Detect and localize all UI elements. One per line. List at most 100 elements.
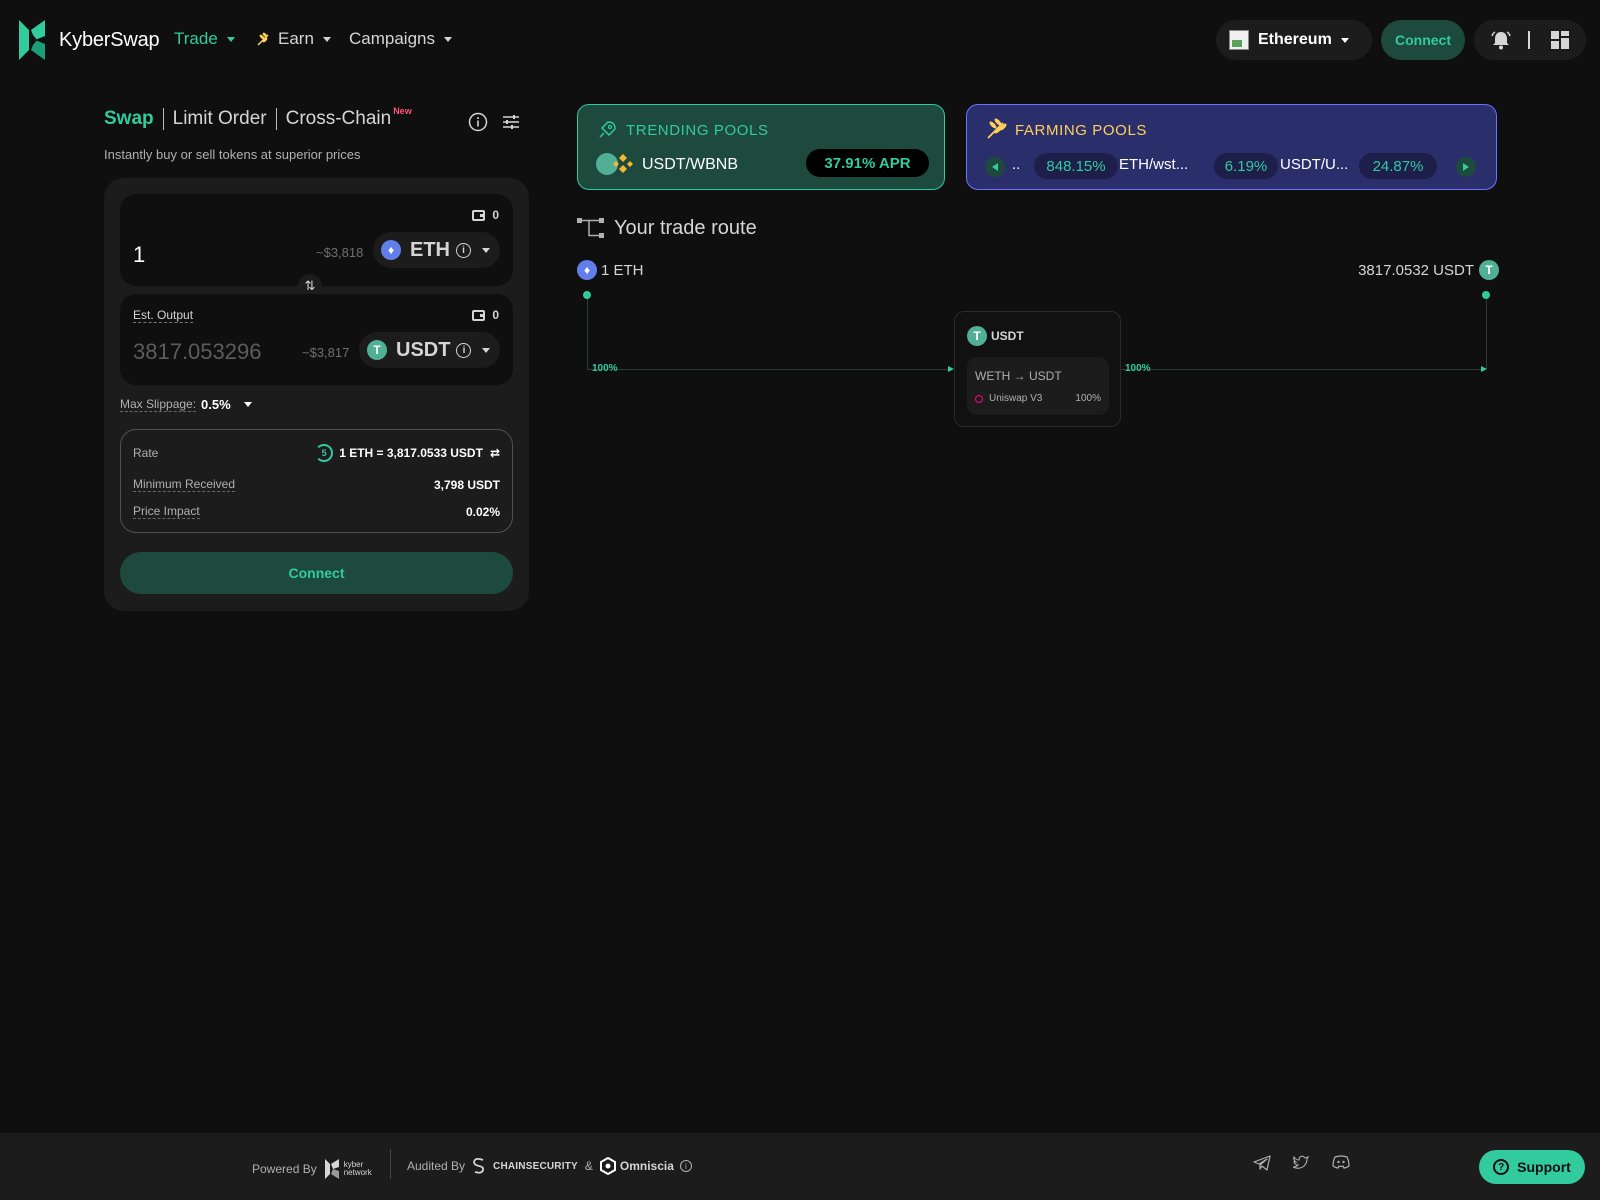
discord-icon[interactable] [1332, 1155, 1350, 1169]
kyber-logo-icon [19, 20, 45, 60]
info-icon[interactable]: i [456, 242, 471, 258]
question-icon: ? [1493, 1159, 1510, 1175]
kyber-network-logo[interactable]: kyber network [323, 1157, 372, 1181]
chainsecurity-icon [473, 1157, 485, 1174]
divider [390, 1149, 391, 1179]
telegram-icon[interactable] [1253, 1155, 1271, 1171]
farm-pool-name[interactable]: ETH/wst... [1119, 156, 1188, 173]
route-line [587, 299, 588, 369]
chevron-down-icon [444, 36, 452, 42]
from-balance[interactable]: 0 [472, 208, 499, 222]
hop-dex: Uniswap V3 [975, 393, 1042, 404]
omniscia-link[interactable]: Omniscia [620, 1159, 674, 1173]
uniswap-icon [975, 394, 983, 403]
nav-earn[interactable]: Earn [256, 29, 331, 49]
divider [1528, 31, 1530, 49]
invert-rate-icon[interactable]: ⇄ [490, 446, 500, 460]
hop-token-symbol: USDT [991, 329, 1024, 343]
route-to-token: 3817.0532 USDT T [1358, 260, 1499, 280]
next-arrow-button[interactable] [1456, 157, 1476, 177]
eth-icon: ♦ [381, 240, 401, 260]
hop-token: T USDT [967, 326, 1024, 346]
usdt-wbnb-pair-icon [596, 153, 634, 175]
usdt-icon: T [367, 340, 387, 360]
prev-arrow-button[interactable] [985, 157, 1005, 177]
wheat-icon [257, 32, 269, 46]
bnb-icon [613, 154, 633, 173]
route-to-amount: 3817.0532 USDT [1358, 261, 1474, 279]
from-token-selector[interactable]: ♦ ETH i [373, 232, 500, 268]
from-balance-value: 0 [492, 208, 499, 222]
max-slippage[interactable]: Max Slippage: 0.5% [120, 397, 252, 412]
trending-pair-name: USDT/WBNB [642, 156, 738, 173]
footer: Powered By kyber network Audited By CHAI… [0, 1133, 1600, 1200]
tab-limit-order[interactable]: Limit Order [173, 108, 267, 130]
to-balance[interactable]: 0 [472, 308, 499, 322]
route-start-dot [583, 291, 591, 299]
chevron-right-icon [1463, 163, 1469, 171]
nav-trade-label: Trade [174, 29, 218, 48]
trending-pools-card[interactable]: TRENDING POOLS USDT/WBNB 37.91% APR [577, 104, 945, 190]
network-selector[interactable]: Ethereum [1216, 20, 1372, 60]
slippage-label: Max Slippage: [120, 397, 197, 412]
route-from-token: ♦ 1 ETH [577, 260, 644, 280]
swap-card: 0 1 ~$3,818 ♦ ETH i ⇅ Est. Output 0 3817… [104, 178, 529, 611]
network-text: network [343, 1168, 372, 1177]
to-balance-value: 0 [492, 308, 499, 322]
layout-grid-icon[interactable] [1550, 30, 1570, 50]
route-end-dot [1482, 291, 1490, 299]
arrow-right-icon [1481, 366, 1487, 372]
support-button[interactable]: ? Support [1479, 1150, 1585, 1184]
tab-cross-chain[interactable]: Cross-Chain [286, 108, 392, 130]
to-token-selector[interactable]: T USDT i [359, 332, 501, 368]
hop-pool[interactable]: WETH → USDT Uniswap V3 100% [967, 357, 1109, 415]
powered-by: Powered By kyber network [252, 1157, 372, 1181]
divider [275, 108, 277, 130]
divider [162, 108, 164, 130]
sliders-settings-icon[interactable] [502, 113, 520, 131]
price-impact-row: Price Impact 0.02% [133, 504, 500, 519]
from-amount-input[interactable]: 1 [133, 242, 145, 268]
info-icon[interactable] [468, 112, 488, 132]
network-name: Ethereum [1258, 31, 1332, 48]
route-percent-left: 100% [592, 363, 618, 374]
tab-swap[interactable]: Swap [104, 108, 154, 130]
est-output-label: Est. Output [133, 308, 194, 323]
chevron-down-icon [243, 402, 252, 407]
twitter-icon[interactable] [1293, 1155, 1309, 1169]
trending-pools-title: TRENDING POOLS [626, 122, 769, 139]
route-line [1486, 299, 1487, 369]
min-received-value: 3,798 USDT [433, 477, 500, 492]
new-badge: New [393, 106, 412, 116]
refresh-countdown-icon[interactable]: 5 [315, 444, 334, 462]
eth-icon: ♦ [577, 260, 597, 280]
connect-wallet-button[interactable]: Connect [120, 552, 513, 594]
header-connect-button[interactable]: Connect [1381, 20, 1465, 60]
to-token-box: Est. Output 0 3817.053296 ~$3,817 T USDT… [120, 294, 513, 385]
nav-earn-label: Earn [278, 29, 314, 48]
farm-pool-name[interactable]: .. [1012, 156, 1020, 173]
kyberswap-logo[interactable]: KyberSwap [15, 16, 160, 64]
info-icon[interactable]: i [679, 1160, 692, 1172]
rocket-icon [599, 121, 616, 138]
route-line [587, 369, 951, 370]
omniscia-icon [599, 1157, 616, 1175]
swap-subtitle: Instantly buy or sell tokens at superior… [104, 147, 361, 162]
min-received-label: Minimum Received [133, 477, 236, 492]
network-image-icon [1229, 30, 1249, 50]
trade-route-title: Your trade route [614, 217, 757, 239]
wheat-icon [987, 118, 1007, 139]
nav-campaigns[interactable]: Campaigns [349, 29, 452, 49]
from-token-symbol: ETH [410, 238, 450, 261]
bell-icon[interactable] [1490, 30, 1512, 50]
farm-pool-apr: 6.19% [1214, 153, 1278, 179]
hop-percent: 100% [1075, 393, 1101, 404]
chainsecurity-link[interactable]: CHAINSECURITY [493, 1161, 578, 1172]
swap-mode-tabs: Swap Limit Order Cross-Chain New [104, 106, 412, 130]
audited-by-label: Audited By [407, 1159, 466, 1173]
audited-by: Audited By CHAINSECURITY & Omniscia i [407, 1157, 692, 1175]
info-icon[interactable]: i [456, 342, 472, 358]
chevron-down-icon [482, 247, 490, 253]
nav-trade[interactable]: Trade [174, 29, 235, 49]
farm-pool-name[interactable]: USDT/U... [1280, 156, 1348, 173]
